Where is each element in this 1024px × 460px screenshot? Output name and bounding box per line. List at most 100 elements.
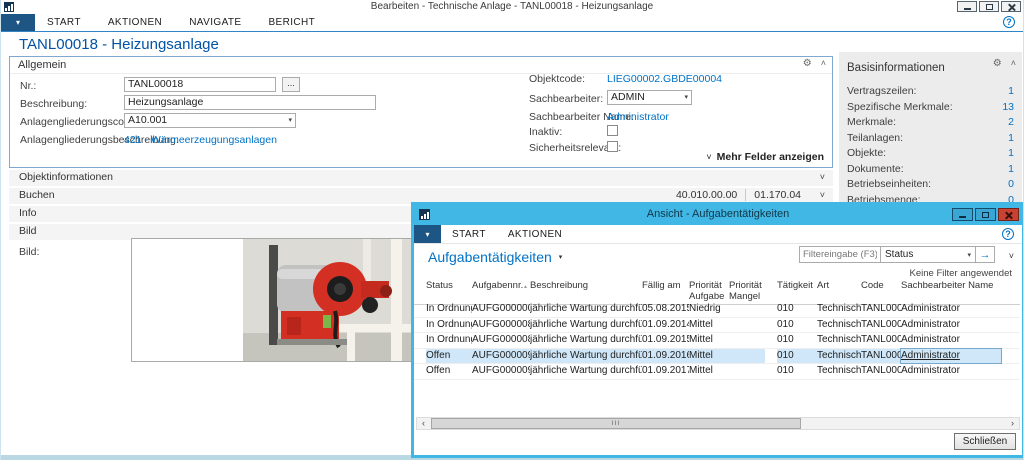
ribbon-tab-start[interactable]: START xyxy=(47,17,81,28)
factbox-item: Vertragszeilen: 1 xyxy=(847,84,1014,100)
column-header[interactable]: Art xyxy=(817,278,861,304)
cell: Administrator xyxy=(901,364,1001,379)
close-icon[interactable] xyxy=(998,208,1019,221)
more-fields-label: Mehr Felder anzeigen xyxy=(717,151,824,163)
column-header[interactable]: Status xyxy=(426,278,472,304)
filter-pane-chevron-icon[interactable]: ˅ xyxy=(1009,251,1014,261)
factbox-item: Teilanlagen:1 xyxy=(847,131,1014,147)
cell: 01.09.2017 xyxy=(642,364,689,379)
minimize-icon[interactable] xyxy=(957,1,977,12)
cell: Mittel xyxy=(689,333,729,348)
table-row[interactable]: In OrdnungAUFG0000006jährliche Wartung d… xyxy=(414,302,1020,318)
cell: TANL00018 xyxy=(861,302,901,317)
column-header[interactable]: Priorität Aufgabe xyxy=(689,278,729,304)
factbox-item-value[interactable]: 2 xyxy=(1008,115,1014,131)
column-header[interactable]: Beschreibung xyxy=(530,278,642,304)
overlay-window-title: Ansicht - Aufgabentätigkeiten xyxy=(414,208,1022,220)
cell: jährliche Wartung durchführen lassen xyxy=(530,349,642,364)
app-menu-button[interactable]: ▾ xyxy=(1,14,35,31)
table-row[interactable]: OffenAUFG0000095jährliche Wartung durchf… xyxy=(414,349,1020,365)
ribbon-tab-start[interactable]: START xyxy=(452,229,486,240)
focused-cell[interactable]: Administrator xyxy=(901,349,1001,364)
help-icon[interactable]: ? xyxy=(1002,228,1014,240)
fasttab-objektinformationen[interactable]: Objektinformationen ˅ xyxy=(9,170,833,186)
app-menu-button[interactable]: ▾ xyxy=(414,225,441,243)
beschreibung-field[interactable]: Heizungsanlage xyxy=(124,95,376,110)
fasttab-caption: Allgemein xyxy=(18,59,66,71)
pane-divider xyxy=(765,302,777,317)
column-header[interactable]: Tätigkeit xyxy=(777,278,817,304)
cell: 01.09.2016 xyxy=(642,349,689,364)
maximize-icon[interactable] xyxy=(979,1,999,12)
scroll-left-icon[interactable]: ‹ xyxy=(417,418,430,429)
ribbon-tab-aktionen[interactable]: AKTIONEN xyxy=(108,17,162,28)
main-titlebar[interactable]: Bearbeiten - Technische Anlage - TANL000… xyxy=(1,0,1023,14)
factbox-item: Merkmale:2 xyxy=(847,115,1014,131)
filter-field-select[interactable]: Status ▾ xyxy=(880,246,976,263)
cell: TANL00018 xyxy=(861,349,901,364)
gliederungsbeschreibung-link[interactable]: 421 - Wärmeerzeugungsanlagen xyxy=(124,134,277,146)
factbox-item-value[interactable]: 13 xyxy=(1002,100,1014,116)
inaktiv-checkbox[interactable] xyxy=(607,125,618,136)
table-row[interactable]: In OrdnungAUFG0000087jährliche Wartung d… xyxy=(414,333,1020,349)
ribbon-tab-bericht[interactable]: BERICHT xyxy=(268,17,315,28)
factbox-item-label: Spezifische Merkmale: xyxy=(847,100,953,116)
list-heading[interactable]: Aufgabentätigkeiten ▾ xyxy=(428,249,562,265)
main-ribbon-tabs: START AKTIONEN NAVIGATE BERICHT xyxy=(47,14,315,31)
close-icon[interactable] xyxy=(1001,1,1021,12)
cell: Technisch... xyxy=(817,302,861,317)
overlay-titlebar[interactable]: Ansicht - Aufgabentätigkeiten xyxy=(414,205,1022,225)
schliessen-button[interactable]: Schließen xyxy=(954,433,1016,450)
factbox-item-value[interactable]: 1 xyxy=(1008,146,1014,162)
column-header[interactable]: Sachbearbeiter Name xyxy=(901,278,1001,304)
table-row[interactable]: In OrdnungAUFG0000086jährliche Wartung d… xyxy=(414,318,1020,334)
collapse-icon[interactable]: ˄ xyxy=(821,58,826,69)
gliederungscode-select[interactable]: A10.001 ▾ xyxy=(124,113,296,128)
factbox-item-label: Vertragszeilen: xyxy=(847,84,916,100)
maximize-icon[interactable] xyxy=(975,208,996,221)
sachbearbeiter-select[interactable]: ADMIN ▾ xyxy=(607,90,692,105)
chevron-down-icon: ˅ xyxy=(820,172,825,182)
factbox-item-value[interactable]: 1 xyxy=(1008,84,1014,100)
column-header[interactable]: Code xyxy=(861,278,901,304)
factbox-item: Dokumente: 1 xyxy=(847,162,1014,178)
minimize-icon[interactable] xyxy=(952,208,973,221)
factbox-item-value[interactable]: 1 xyxy=(1008,131,1014,147)
sachbearbeiter-name-link[interactable]: Administrator xyxy=(607,111,669,123)
collapse-icon[interactable]: ˄ xyxy=(1011,58,1016,69)
objektcode-link[interactable]: LIEG00002.GBDE00004 xyxy=(607,73,722,85)
table-row[interactable]: OffenAUFG0000096jährliche Wartung durchf… xyxy=(414,364,1020,380)
nr-assist-button[interactable]: ... xyxy=(282,77,300,92)
cell: In Ordnung xyxy=(426,302,472,317)
customize-gear-icon[interactable]: ⚙ xyxy=(993,58,1002,69)
cell: In Ordnung xyxy=(426,333,472,348)
column-header[interactable]: Aufgabennr.▲ xyxy=(472,278,530,304)
factbox-item-value[interactable]: 0 xyxy=(1008,177,1014,193)
customize-gear-icon[interactable]: ⚙ xyxy=(803,58,812,69)
help-icon[interactable]: ? xyxy=(1003,16,1015,28)
apply-filter-button[interactable]: → xyxy=(975,246,995,263)
filter-input[interactable] xyxy=(799,246,881,263)
cell: Technisch... xyxy=(817,349,861,364)
factbox-item: Objekte:1 xyxy=(847,146,1014,162)
scrollbar-thumb[interactable]: III xyxy=(431,418,801,429)
cell: 01.09.2015 xyxy=(642,333,689,348)
ribbon-tab-navigate[interactable]: NAVIGATE xyxy=(189,17,241,28)
column-header[interactable]: Fällig am xyxy=(642,278,689,304)
fasttab-allgemein-header[interactable]: Allgemein ⚙ ˄ xyxy=(10,57,832,74)
nr-field[interactable]: TANL00018 xyxy=(124,77,276,92)
sicherheitsrelevant-checkbox[interactable] xyxy=(607,141,618,152)
scroll-right-icon[interactable]: › xyxy=(1006,418,1019,429)
column-header[interactable]: Priorität Mangel xyxy=(729,278,765,304)
cell: TANL00018 xyxy=(861,318,901,333)
more-fields-button[interactable]: ˅ Mehr Felder anzeigen xyxy=(706,151,824,163)
picture-control[interactable] xyxy=(131,238,416,362)
factbox-item-label: Dokumente: xyxy=(847,162,904,178)
factbox-item-value[interactable]: 1 xyxy=(1008,162,1014,178)
ribbon-tab-aktionen[interactable]: AKTIONEN xyxy=(508,229,562,240)
cell: Mittel xyxy=(689,318,729,333)
horizontal-scrollbar[interactable]: ‹ III › xyxy=(416,417,1020,430)
cell: jährliche Wartung durchführen lassen xyxy=(530,318,642,333)
chevron-down-icon: ▾ xyxy=(288,114,292,127)
cell: jährliche Wartung durchführen lassen xyxy=(530,364,642,379)
